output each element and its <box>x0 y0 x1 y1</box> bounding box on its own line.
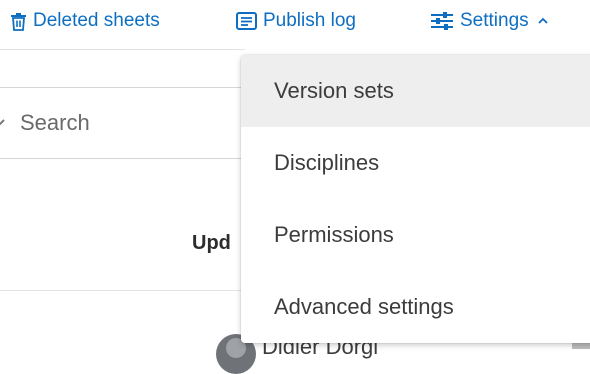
sliders-icon <box>430 11 454 31</box>
trash-icon <box>10 12 27 31</box>
menu-item-permissions[interactable]: Permissions <box>241 199 590 271</box>
publish-log-button[interactable]: Publish log <box>236 6 356 36</box>
settings-label: Settings <box>460 10 529 31</box>
column-header-updated[interactable]: Upd <box>192 232 231 255</box>
menu-item-disciplines[interactable]: Disciplines <box>241 127 590 199</box>
settings-dropdown-menu: Version sets Disciplines Permissions Adv… <box>241 55 590 343</box>
menu-item-label: Disciplines <box>274 150 380 175</box>
menu-item-advanced-settings[interactable]: Advanced settings <box>241 271 590 343</box>
menu-item-label: Version sets <box>274 78 394 103</box>
toolbar: Deleted sheets Publish log Settings <box>0 0 590 42</box>
search-box <box>0 87 260 159</box>
search-input[interactable] <box>20 106 220 140</box>
deleted-sheets-button[interactable]: Deleted sheets <box>10 6 160 36</box>
toolbar-divider <box>0 49 245 50</box>
settings-button[interactable]: Settings <box>430 6 549 36</box>
publish-log-label: Publish log <box>263 10 356 31</box>
row-divider <box>0 290 245 291</box>
log-icon <box>236 12 257 30</box>
menu-item-label: Permissions <box>274 222 394 247</box>
menu-item-version-sets[interactable]: Version sets <box>241 55 590 127</box>
deleted-sheets-label: Deleted sheets <box>33 10 160 31</box>
search-icon <box>0 116 8 135</box>
chevron-up-icon <box>537 17 549 25</box>
menu-item-label: Advanced settings <box>274 294 454 319</box>
